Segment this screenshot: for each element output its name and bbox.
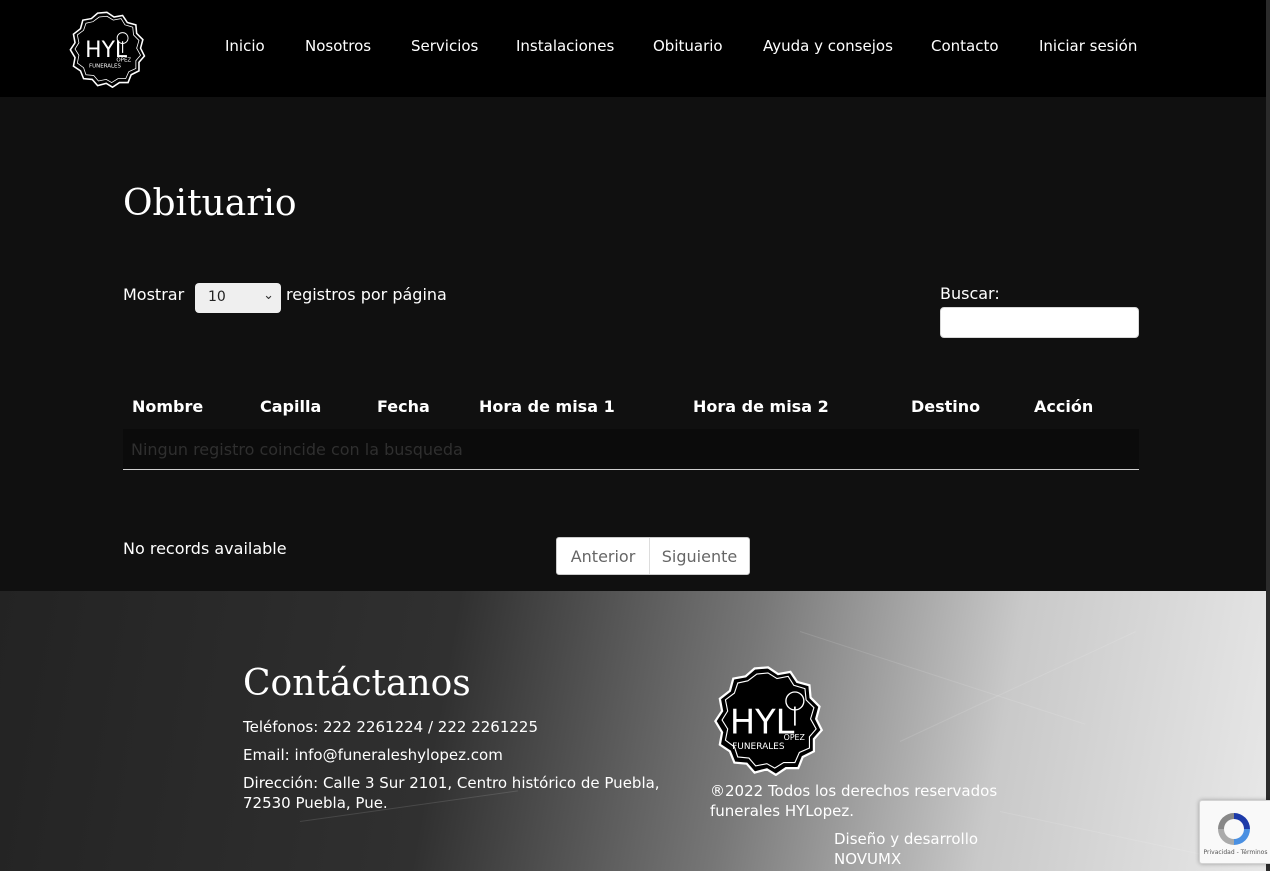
records-info: No records available bbox=[123, 539, 287, 558]
column-header-nombre[interactable]: Nombre bbox=[132, 397, 203, 416]
prev-page-button[interactable]: Anterior bbox=[557, 538, 650, 574]
copyright-line2: funerales HYLopez. bbox=[710, 802, 854, 820]
next-page-label: Siguiente bbox=[661, 547, 738, 566]
contact-address-line2: 72530 Puebla, Pue. bbox=[243, 794, 388, 812]
pagination: Anterior Siguiente bbox=[556, 537, 750, 575]
nav-servicios[interactable]: Servicios bbox=[411, 37, 478, 55]
prev-page-label: Anterior bbox=[570, 547, 636, 566]
chevron-down-icon: ⌄ bbox=[263, 288, 274, 303]
contact-address-line1: Dirección: Calle 3 Sur 2101, Centro hist… bbox=[243, 774, 660, 792]
site-footer: Contáctanos Teléfonos: 222 2261224 / 222… bbox=[0, 591, 1266, 871]
obituary-section: Obituario Mostrar 10 ⌄ registros por pág… bbox=[0, 97, 1266, 591]
site-logo[interactable]: HYL ÓPEZ FUNERALES bbox=[68, 10, 146, 88]
nav-contacto[interactable]: Contacto bbox=[931, 37, 999, 55]
nav-ayuda[interactable]: Ayuda y consejos bbox=[763, 37, 893, 55]
nav-instalaciones[interactable]: Instalaciones bbox=[516, 37, 614, 55]
column-header-fecha[interactable]: Fecha bbox=[377, 397, 430, 416]
footer-logo-tagline: FUNERALES bbox=[732, 742, 785, 752]
footer-logo: HYL ÓPEZ FUNERALES bbox=[712, 664, 824, 776]
marble-vein bbox=[799, 631, 1086, 725]
contact-title: Contáctanos bbox=[243, 663, 471, 704]
nav-obituario[interactable]: Obituario bbox=[653, 37, 723, 55]
show-label: Mostrar bbox=[123, 285, 185, 304]
footer-logo-subtext: ÓPEZ bbox=[784, 731, 806, 742]
nav-nosotros[interactable]: Nosotros bbox=[305, 37, 371, 55]
column-header-hora-misa-2[interactable]: Hora de misa 2 bbox=[693, 397, 829, 416]
design-line2[interactable]: NOVUMX bbox=[834, 849, 978, 869]
contact-phones: Teléfonos: 222 2261224 / 222 2261225 bbox=[243, 718, 539, 736]
column-header-capilla[interactable]: Capilla bbox=[260, 397, 321, 416]
table-row: Ningun registro coincide con la busqueda bbox=[123, 429, 1139, 470]
contact-email[interactable]: Email: info@funeraleshylopez.com bbox=[243, 746, 503, 764]
search-label: Buscar: bbox=[940, 284, 1000, 303]
recaptcha-text: Privacidad - Términos bbox=[1203, 849, 1268, 856]
column-header-accion[interactable]: Acción bbox=[1034, 397, 1093, 416]
column-header-hora-misa-1[interactable]: Hora de misa 1 bbox=[479, 397, 615, 416]
table-header: Nombre Capilla Fecha Hora de misa 1 Hora… bbox=[123, 397, 1139, 431]
recaptcha-badge[interactable]: Privacidad - Términos bbox=[1199, 800, 1270, 864]
marble-vein bbox=[899, 631, 1136, 742]
logo-emblem-icon: HYL ÓPEZ FUNERALES bbox=[714, 666, 824, 776]
empty-message: Ningun registro coincide con la busqueda bbox=[131, 440, 463, 459]
page-size-select[interactable]: 10 ⌄ bbox=[195, 283, 281, 313]
column-header-destino[interactable]: Destino bbox=[911, 397, 980, 416]
copyright-line1: ®2022 Todos los derechos reservados bbox=[710, 782, 998, 800]
design-credit: Diseño y desarrollo NOVUMX bbox=[834, 829, 978, 869]
next-page-button[interactable]: Siguiente bbox=[650, 538, 749, 574]
copyright-text: ®2022 Todos los derechos reservados fune… bbox=[710, 781, 1010, 821]
page-size-value: 10 bbox=[208, 289, 226, 305]
logo-tagline: FUNERALES bbox=[89, 64, 121, 70]
page-scrollbar[interactable] bbox=[1266, 0, 1270, 871]
logo-emblem-icon: HYL ÓPEZ FUNERALES bbox=[69, 11, 146, 88]
site-header: HYL ÓPEZ FUNERALES Inicio Nosotros Servi… bbox=[0, 0, 1270, 97]
logo-subtext: ÓPEZ bbox=[116, 56, 131, 63]
design-line1: Diseño y desarrollo bbox=[834, 830, 979, 848]
nav-inicio[interactable]: Inicio bbox=[225, 37, 265, 55]
page-title: Obituario bbox=[123, 183, 297, 224]
nav-login[interactable]: Iniciar sesión bbox=[1039, 37, 1137, 55]
recaptcha-icon bbox=[1218, 813, 1250, 845]
per-page-label: registros por página bbox=[286, 285, 447, 304]
search-input[interactable] bbox=[940, 307, 1139, 338]
